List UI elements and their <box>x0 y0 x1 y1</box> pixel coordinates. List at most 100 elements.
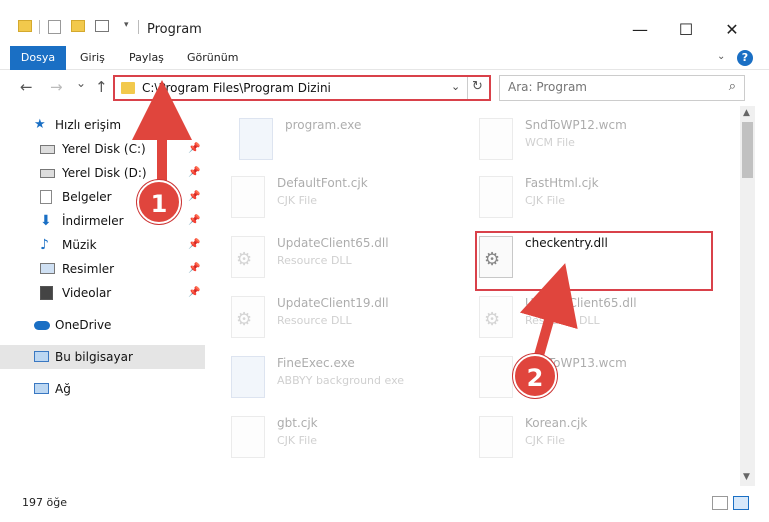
sidebar-item-onedrive[interactable]: OneDrive <box>0 313 205 337</box>
file-item[interactable]: SndToWP12.wcm WCM File <box>455 112 695 166</box>
computer-icon <box>34 351 49 362</box>
title-separator <box>138 20 139 34</box>
file-icon <box>479 118 513 160</box>
tab-share[interactable]: Paylaş <box>129 46 164 70</box>
ribbon-tabs: Dosya Giriş Paylaş Görünüm ⌄ ? <box>0 46 769 70</box>
address-path[interactable]: C:\Program Files\Program Dizini <box>142 81 331 95</box>
scroll-up-icon[interactable]: ▲ <box>743 108 750 118</box>
file-icon <box>479 356 513 398</box>
file-item[interactable]: FineExec.exe ABBYY background exe <box>207 350 447 404</box>
scroll-down-icon[interactable]: ▼ <box>743 472 750 482</box>
navigation-pane: ★ Hızlı erişim Yerel Disk (C:) 📌 Yerel D… <box>0 106 205 486</box>
sidebar-item-videos[interactable]: Videolar 📌 <box>0 281 205 305</box>
maximize-button[interactable]: ☐ <box>663 14 709 44</box>
sidebar-item-this-pc[interactable]: Bu bilgisayar <box>0 345 205 369</box>
tab-view[interactable]: Görünüm <box>187 46 238 70</box>
help-icon[interactable]: ? <box>737 50 753 66</box>
file-item[interactable]: UpdateClient65.dll Resource DLL <box>207 230 447 284</box>
folder-icon <box>18 20 32 32</box>
back-button[interactable]: ← <box>20 78 33 96</box>
sidebar-item-quick-access[interactable]: ★ Hızlı erişim <box>0 113 205 137</box>
callout-badge-2: 2 <box>513 354 557 398</box>
forward-button[interactable]: → <box>50 78 63 96</box>
sidebar-item-music[interactable]: ♪ Müzik 📌 <box>0 233 205 257</box>
details-view-icon[interactable] <box>712 496 728 510</box>
search-box[interactable]: ⌕ <box>499 75 745 101</box>
file-list: program.exe SndToWP12.wcm WCM File Defau… <box>205 106 740 486</box>
sidebar-item-label: Resimler <box>62 262 115 276</box>
file-item[interactable]: SndToWP13.wcm <box>455 350 695 404</box>
sidebar-item-label: Videolar <box>62 286 112 300</box>
pin-icon[interactable]: 📌 <box>188 209 200 233</box>
toolbar-dropdown-icon[interactable]: ▾ <box>124 20 129 30</box>
file-item[interactable]: UpdateClient19.dll Resource DLL <box>207 290 447 344</box>
drive-icon <box>40 169 55 178</box>
dll-file-icon <box>231 296 265 338</box>
highlight-frame <box>475 231 713 291</box>
music-icon: ♪ <box>40 237 49 253</box>
file-type: CJK File <box>525 434 566 447</box>
address-dropdown-icon[interactable]: ⌄ <box>451 80 460 93</box>
file-name: UpdateClient65.dll <box>277 236 389 250</box>
minimize-button[interactable]: — <box>617 14 663 44</box>
sidebar-item-label: Belgeler <box>62 190 112 204</box>
sidebar-item-local-disk-d[interactable]: Yerel Disk (D:) 📌 <box>0 161 205 185</box>
scroll-thumb[interactable] <box>742 122 753 178</box>
expand-ribbon-icon[interactable]: ⌄ <box>717 51 725 62</box>
file-item[interactable]: FastHtml.cjk CJK File <box>455 170 695 224</box>
quick-access-separator <box>39 20 40 34</box>
star-icon: ★ <box>34 117 46 132</box>
address-bar[interactable]: C:\Program Files\Program Dizini ⌄ ↻ <box>113 75 491 101</box>
pin-icon[interactable]: 📌 <box>188 257 200 281</box>
close-button[interactable]: ✕ <box>709 14 755 44</box>
file-name: DefaultFont.cjk <box>277 176 368 190</box>
file-icon <box>479 176 513 218</box>
search-input[interactable] <box>508 80 708 94</box>
file-icon <box>231 176 265 218</box>
pin-icon[interactable]: 📌 <box>188 233 200 257</box>
file-name: SndToWP12.wcm <box>525 118 627 132</box>
file-item[interactable]: UpdateClient65.dll Resource DLL <box>455 290 695 344</box>
sidebar-item-network[interactable]: Ağ <box>0 377 205 401</box>
cloud-icon <box>34 321 50 330</box>
file-type: CJK File <box>525 194 566 207</box>
pin-icon[interactable]: 📌 <box>188 161 200 185</box>
item-count: 197 öğe <box>22 496 67 509</box>
new-folder-icon[interactable] <box>71 20 85 32</box>
search-icon: ⌕ <box>728 79 736 94</box>
file-type: Resource DLL <box>525 314 600 327</box>
documents-icon <box>40 190 52 204</box>
sidebar-item-pictures[interactable]: Resimler 📌 <box>0 257 205 281</box>
exe-file-icon <box>231 356 265 398</box>
sidebar-item-label: Müzik <box>62 238 97 252</box>
network-icon <box>34 383 49 394</box>
pin-icon[interactable]: 📌 <box>188 137 200 161</box>
file-type: Resource DLL <box>277 314 352 327</box>
file-name: program.exe <box>285 118 362 132</box>
file-item[interactable]: program.exe <box>215 112 455 166</box>
tab-home[interactable]: Giriş <box>80 46 105 70</box>
folder-icon <box>121 82 135 94</box>
callout-badge-1: 1 <box>137 180 181 224</box>
sidebar-item-label: Ağ <box>55 382 71 396</box>
refresh-button[interactable]: ↻ <box>472 79 483 94</box>
recent-locations-icon[interactable]: ⌄ <box>76 76 86 90</box>
sidebar-item-label: Yerel Disk (D:) <box>62 166 147 180</box>
vertical-scrollbar[interactable]: ▲ ▼ <box>740 106 755 486</box>
file-item[interactable]: Korean.cjk CJK File <box>455 410 695 464</box>
address-separator <box>467 77 468 99</box>
pin-icon[interactable]: 📌 <box>188 281 200 305</box>
large-icons-view-icon[interactable] <box>733 496 749 510</box>
sidebar-item-local-disk-c[interactable]: Yerel Disk (C:) 📌 <box>0 137 205 161</box>
title-bar: ▾ Program — ☐ ✕ <box>0 0 769 46</box>
file-item[interactable]: DefaultFont.cjk CJK File <box>207 170 447 224</box>
sidebar-item-label: Bu bilgisayar <box>55 350 133 364</box>
properties-icon[interactable] <box>48 20 61 34</box>
file-item[interactable]: gbt.cjk CJK File <box>207 410 447 464</box>
up-button[interactable]: ↑ <box>95 78 108 96</box>
pin-icon[interactable]: 📌 <box>188 185 200 209</box>
tab-file[interactable]: Dosya <box>10 46 66 70</box>
customize-toolbar-icon[interactable] <box>95 20 109 32</box>
window-title: Program <box>147 22 202 37</box>
file-type: CJK File <box>277 194 318 207</box>
